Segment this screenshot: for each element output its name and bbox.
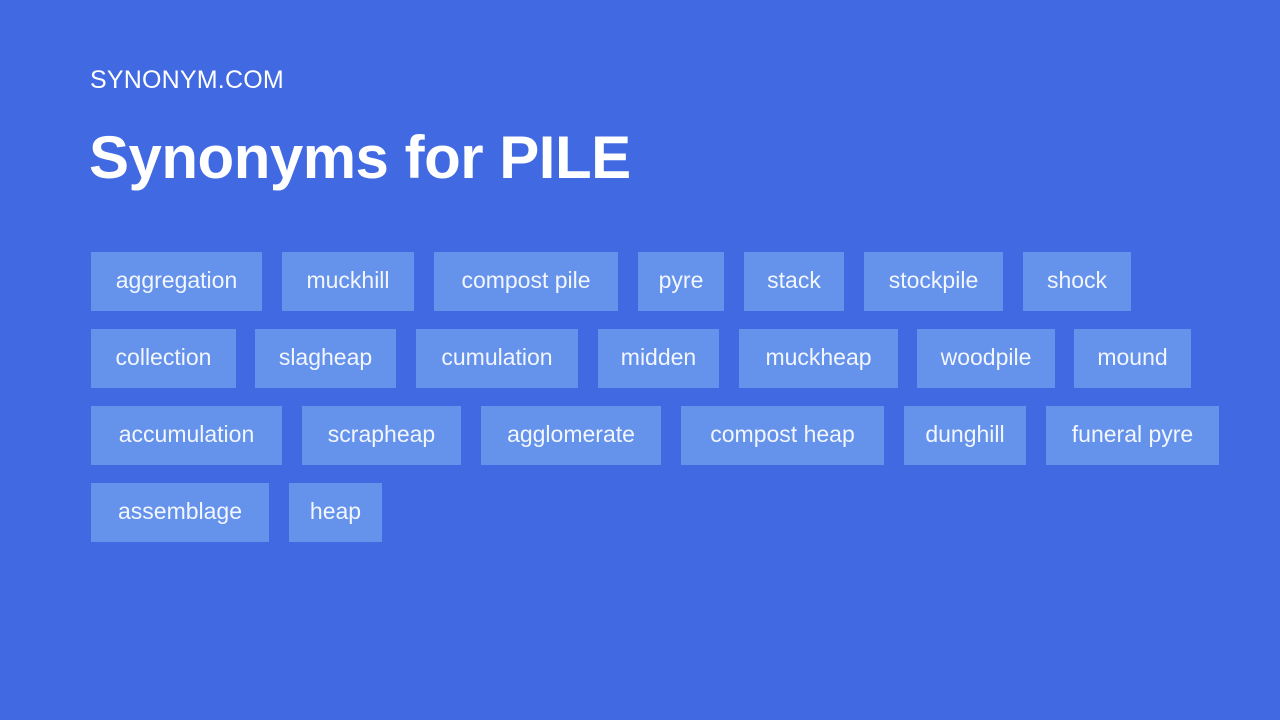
site-brand: SYNONYM.COM [90,66,284,94]
synonym-chip[interactable]: assemblage [91,483,269,542]
synonym-chip[interactable]: muckhill [282,252,414,311]
synonym-chip[interactable]: collection [91,329,236,388]
synonym-chip[interactable]: accumulation [91,406,282,465]
synonym-chip[interactable]: aggregation [91,252,262,311]
synonym-row: assemblage heap [91,483,1241,542]
synonym-row: collection slagheap cumulation midden mu… [91,329,1241,388]
synonym-chip[interactable]: shock [1023,252,1131,311]
synonym-list: aggregation muckhill compost pile pyre s… [91,252,1241,560]
synonym-chip[interactable]: muckheap [739,329,898,388]
synonym-row: accumulation scrapheap agglomerate compo… [91,406,1241,465]
synonym-chip[interactable]: agglomerate [481,406,661,465]
synonym-chip[interactable]: compost pile [434,252,618,311]
synonym-chip[interactable]: funeral pyre [1046,406,1219,465]
synonym-chip[interactable]: stack [744,252,844,311]
synonym-chip[interactable]: cumulation [416,329,578,388]
synonym-chip[interactable]: stockpile [864,252,1003,311]
synonym-chip[interactable]: pyre [638,252,724,311]
synonym-chip[interactable]: dunghill [904,406,1026,465]
synonym-chip[interactable]: compost heap [681,406,884,465]
synonym-chip[interactable]: midden [598,329,719,388]
synonym-chip[interactable]: scrapheap [302,406,461,465]
synonym-chip[interactable]: heap [289,483,382,542]
synonym-chip[interactable]: slagheap [255,329,396,388]
page-title: Synonyms for PILE [89,124,631,191]
synonym-chip[interactable]: woodpile [917,329,1055,388]
synonym-row: aggregation muckhill compost pile pyre s… [91,252,1241,311]
synonym-chip[interactable]: mound [1074,329,1191,388]
